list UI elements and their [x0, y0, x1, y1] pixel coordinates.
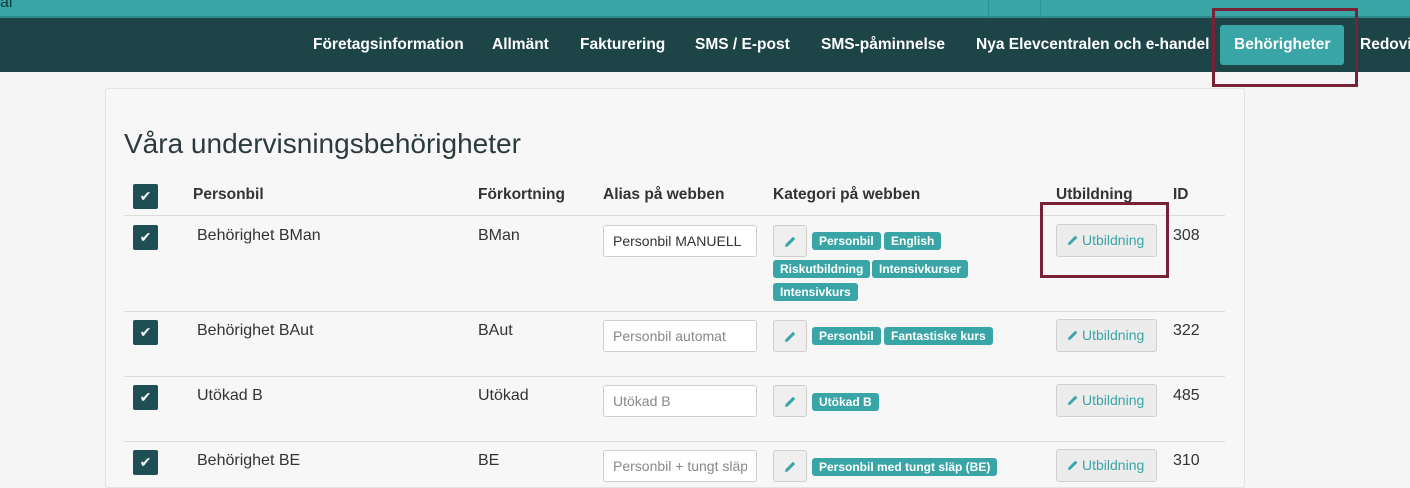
top-strip: al — [0, 0, 1410, 18]
header-alias: Alias på webben — [603, 186, 725, 203]
row-id: 308 — [1173, 227, 1200, 244]
top-strip-divider — [1040, 0, 1041, 18]
edit-category-button[interactable] — [773, 225, 807, 257]
row-abbr: BAut — [478, 322, 513, 339]
row-divider — [124, 376, 1225, 377]
category-tag: Utökad B — [812, 393, 879, 411]
pencil-icon — [785, 331, 796, 342]
top-strip-text: al — [0, 0, 13, 11]
utbildning-button[interactable]: Utbildning — [1056, 319, 1157, 352]
pencil-icon — [1067, 395, 1078, 406]
settings-navbar: Företagsinformation Allmänt Fakturering … — [0, 18, 1410, 72]
nav-allmant[interactable]: Allmänt — [492, 18, 549, 72]
top-strip-divider — [988, 0, 989, 18]
category-tag: Personbil — [812, 232, 881, 250]
row-name: Utökad B — [197, 387, 263, 404]
row-name: Behörighet BAut — [197, 322, 314, 339]
row-id: 485 — [1173, 387, 1200, 404]
header-kategori: Kategori på webben — [773, 186, 921, 203]
row-name: Behörighet BMan — [197, 227, 321, 244]
utbildning-button[interactable]: Utbildning — [1056, 384, 1157, 417]
row-id: 322 — [1173, 322, 1200, 339]
category-tag: English — [884, 232, 942, 250]
row-checkbox[interactable]: ✔ — [133, 385, 158, 410]
header-divider — [124, 215, 1225, 216]
category-tag: Intensivkurs — [773, 283, 858, 301]
row-id: 310 — [1173, 452, 1200, 469]
row-divider — [124, 441, 1225, 442]
row-checkbox[interactable]: ✔ — [133, 225, 158, 250]
pencil-icon — [1067, 235, 1078, 246]
header-utbildning: Utbildning — [1056, 186, 1133, 203]
row-divider — [124, 311, 1225, 312]
pencil-icon — [785, 461, 796, 472]
row-abbr: BE — [478, 452, 500, 469]
pencil-icon — [1067, 460, 1078, 471]
category-tag: Fantastiske kurs — [884, 327, 993, 345]
page-title: Våra undervisningsbehörigheter — [124, 128, 521, 159]
utbildning-button-label: Utbildning — [1082, 232, 1145, 248]
edit-category-button[interactable] — [773, 320, 807, 352]
row-name: Behörighet BE — [197, 452, 301, 469]
nav-redovisning[interactable]: Redovi — [1360, 18, 1410, 72]
utbildning-button-label: Utbildning — [1082, 327, 1145, 343]
select-all-checkbox[interactable]: ✔ — [133, 184, 158, 209]
pencil-icon — [785, 236, 796, 247]
row-checkbox[interactable]: ✔ — [133, 320, 158, 345]
nav-sms-epost[interactable]: SMS / E-post — [695, 18, 790, 72]
alias-input[interactable] — [603, 320, 757, 352]
row-checkbox[interactable]: ✔ — [133, 450, 158, 475]
utbildning-button-label: Utbildning — [1082, 392, 1145, 408]
category-tag: Intensivkurser — [872, 260, 969, 278]
alias-input[interactable] — [603, 385, 757, 417]
category-tag: Personbil med tungt släp (BE) — [812, 458, 998, 476]
row-abbr: BMan — [478, 227, 520, 244]
header-personbil: Personbil — [193, 186, 264, 203]
nav-elevcentralen[interactable]: Nya Elevcentralen och e-handel — [976, 18, 1209, 72]
nav-fakturering[interactable]: Fakturering — [580, 18, 665, 72]
header-forkortning: Förkortning — [478, 186, 565, 203]
alias-input[interactable] — [603, 225, 757, 257]
check-icon: ✔ — [139, 229, 152, 245]
utbildning-button[interactable]: Utbildning — [1056, 224, 1157, 257]
check-icon: ✔ — [139, 188, 152, 204]
utbildning-button-label: Utbildning — [1082, 457, 1145, 473]
nav-foretagsinformation[interactable]: Företagsinformation — [313, 18, 464, 72]
edit-category-button[interactable] — [773, 385, 807, 417]
nav-sms-paminnelse[interactable]: SMS-påminnelse — [821, 18, 945, 72]
category-tag: Riskutbildning — [773, 260, 871, 278]
check-icon: ✔ — [139, 324, 152, 340]
pencil-icon — [1067, 330, 1078, 341]
header-id: ID — [1173, 186, 1189, 203]
row-abbr: Utökad — [478, 387, 529, 404]
pencil-icon — [785, 396, 796, 407]
category-tag: Personbil — [812, 327, 881, 345]
check-icon: ✔ — [139, 389, 152, 405]
alias-input[interactable] — [603, 450, 757, 482]
edit-category-button[interactable] — [773, 450, 807, 482]
nav-behorigheter[interactable]: Behörigheter — [1220, 25, 1345, 65]
utbildning-button[interactable]: Utbildning — [1056, 449, 1157, 482]
